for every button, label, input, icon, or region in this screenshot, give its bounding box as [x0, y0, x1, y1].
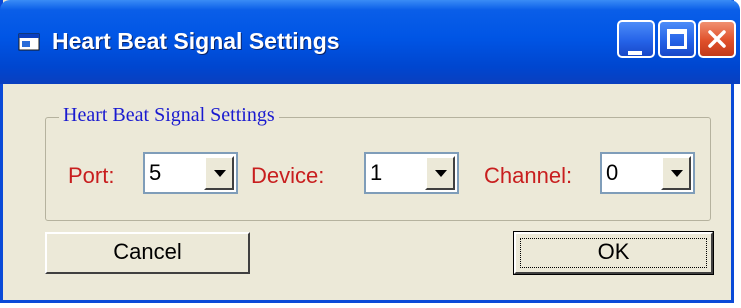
channel-value: 0 [606, 160, 619, 185]
port-select[interactable]: 5 [143, 152, 238, 194]
maximize-icon [667, 29, 687, 54]
close-icon [708, 30, 726, 53]
minimize-icon [628, 44, 642, 62]
groupbox-legend: Heart Beat Signal Settings [59, 104, 279, 127]
chevron-down-icon[interactable] [661, 156, 691, 190]
chevron-down-icon[interactable] [204, 156, 234, 190]
focus-rect [520, 238, 707, 268]
app-window-icon [18, 33, 40, 51]
port-label: Port: [68, 163, 115, 188]
port-value: 5 [149, 160, 162, 185]
device-value: 1 [370, 160, 383, 185]
chevron-down-icon[interactable] [425, 156, 455, 190]
ok-button[interactable]: OK [513, 231, 714, 275]
window-title: Heart Beat Signal Settings [52, 28, 340, 54]
device-label: Device: [251, 163, 325, 188]
device-select[interactable]: 1 [364, 152, 459, 194]
cancel-button[interactable]: Cancel [45, 232, 250, 274]
maximize-button[interactable] [658, 20, 696, 58]
close-button[interactable] [698, 20, 736, 58]
channel-label: Channel: [484, 163, 573, 188]
settings-dialog: Heart Beat Signal Settings Heart Beat Si… [0, 0, 740, 303]
title-bar[interactable]: Heart Beat Signal Settings [0, 0, 740, 84]
channel-select[interactable]: 0 [600, 152, 695, 194]
minimize-button[interactable] [617, 20, 655, 58]
